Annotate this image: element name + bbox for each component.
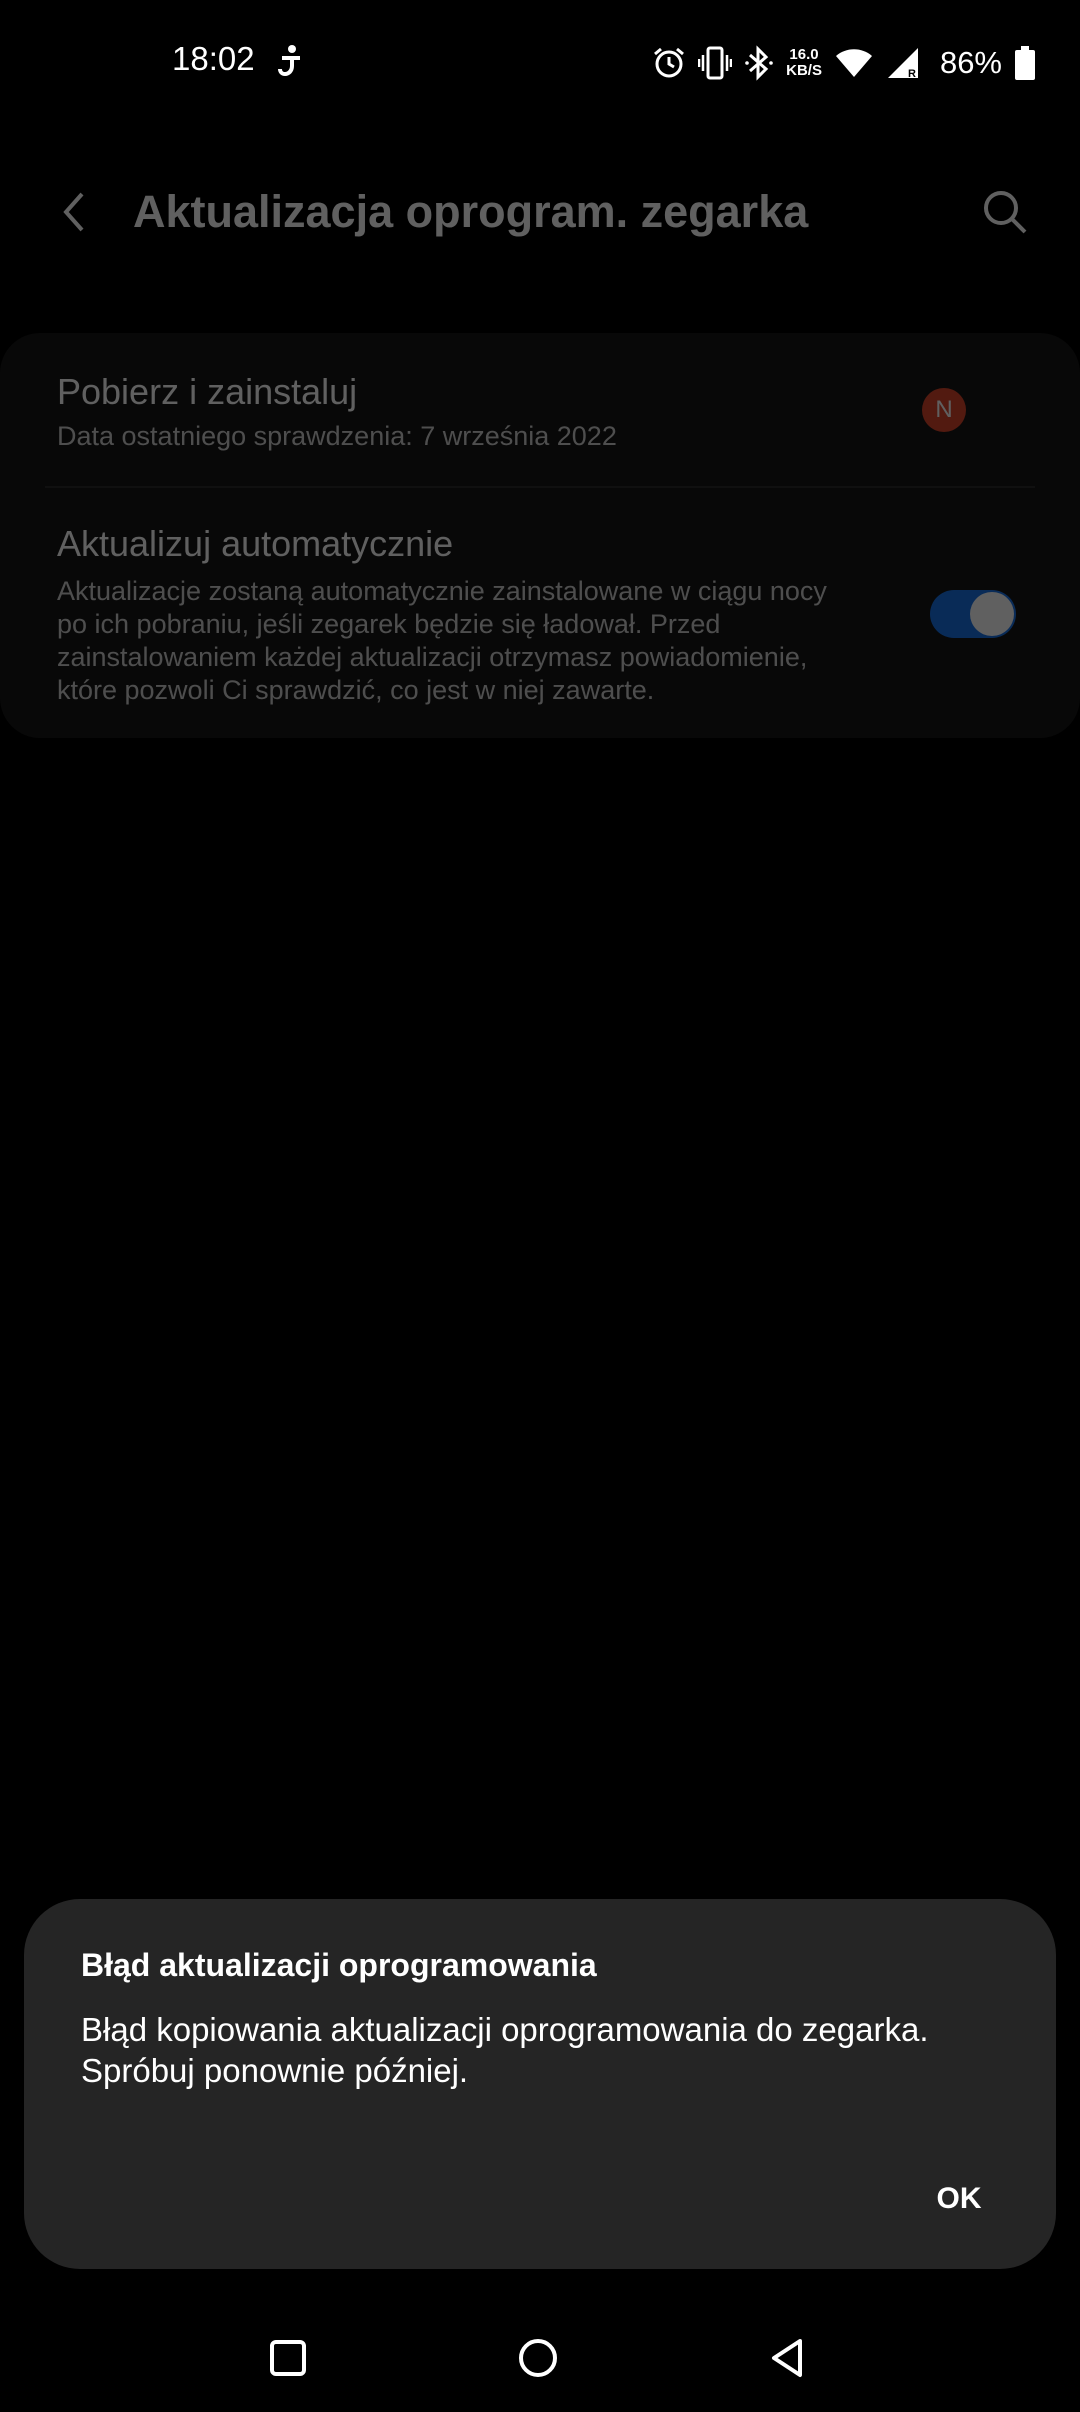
- back-button[interactable]: [50, 182, 100, 242]
- recents-icon: [270, 2340, 306, 2376]
- status-bar: 18:02 16.0 KB/S R 86%: [0, 0, 1080, 130]
- back-triangle-icon: [772, 2339, 802, 2377]
- vibrate-icon: [698, 46, 733, 80]
- status-time: 18:02: [172, 40, 255, 77]
- divider: [45, 486, 1035, 488]
- battery-icon: [1015, 46, 1035, 80]
- auto-update-toggle[interactable]: [930, 590, 1016, 638]
- bluetooth-icon: [745, 45, 773, 81]
- last-check-date: Data ostatniego sprawdzenia: 7 września …: [57, 421, 617, 451]
- chevron-left-icon: [63, 192, 84, 232]
- recent-apps-button[interactable]: [248, 2318, 328, 2398]
- battery-percent: 86%: [939, 45, 1002, 80]
- download-install-item[interactable]: Pobierz i zainstaluj Data ostatniego spr…: [57, 371, 1017, 481]
- dialog-title: Błąd aktualizacji oprogramowania: [81, 1947, 597, 1983]
- auto-update-title: Aktualizuj automatycznie: [57, 523, 454, 564]
- toggle-knob: [970, 592, 1014, 636]
- ok-button[interactable]: OK: [904, 2169, 1014, 2229]
- back-nav-button[interactable]: [748, 2318, 828, 2398]
- alarm-icon: [654, 47, 685, 78]
- wifi-icon: [835, 49, 872, 77]
- app-bar: Aktualizacja oprogram. zegarka: [0, 160, 1080, 260]
- download-install-title: Pobierz i zainstaluj: [57, 371, 358, 412]
- auto-update-description: Aktualizacje zostaną automatycznie zains…: [57, 576, 827, 705]
- net-speed: 16.0 KB/S: [786, 46, 822, 79]
- page-title: Aktualizacja oprogram. zegarka: [133, 186, 809, 237]
- search-button[interactable]: [975, 182, 1035, 242]
- new-badge: N: [922, 388, 966, 432]
- search-icon: [984, 191, 1027, 234]
- navigation-bar: [0, 2300, 1080, 2412]
- auto-update-item[interactable]: Aktualizuj automatycznie Aktualizacje zo…: [57, 523, 857, 707]
- settings-card: Pobierz i zainstaluj Data ostatniego spr…: [0, 333, 1080, 738]
- home-icon: [519, 2339, 557, 2377]
- dialog-message: Błąd kopiowania aktualizacji oprogramowa…: [81, 2011, 929, 2089]
- home-button[interactable]: [498, 2318, 578, 2398]
- svg-text:R: R: [908, 68, 916, 80]
- accessibility-icon: [278, 45, 300, 76]
- error-dialog: Błąd aktualizacji oprogramowania Błąd ko…: [24, 1899, 1056, 2269]
- cell-signal-icon: R: [887, 48, 918, 80]
